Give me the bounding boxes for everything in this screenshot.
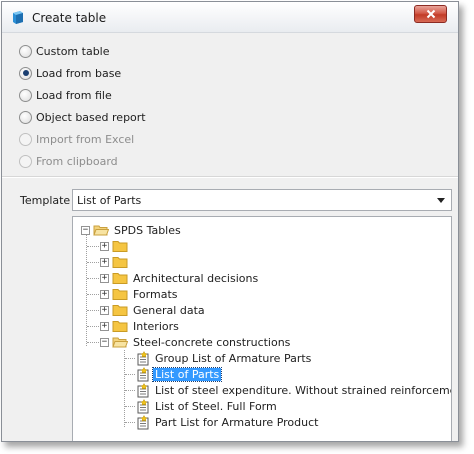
radio-label: Load from base	[36, 66, 122, 80]
folder-icon	[112, 273, 128, 284]
tree-folder-interiors[interactable]: + Interiors	[100, 318, 181, 334]
folder-icon	[112, 257, 128, 268]
radio-custom-table[interactable]: Custom table	[19, 43, 110, 59]
tree-node-label: Architectural decisions	[133, 271, 259, 285]
tree-connector	[86, 235, 87, 346]
table-template-icon	[137, 382, 149, 397]
tree-folder[interactable]: +	[100, 238, 135, 254]
tree-connector	[125, 374, 135, 375]
table-template-icon	[137, 398, 149, 413]
template-label: Template	[20, 194, 71, 207]
tree-folder-formats[interactable]: + Formats	[100, 286, 180, 302]
tree-connector	[125, 358, 135, 359]
radio-button	[19, 132, 32, 146]
radio-label: From clipboard	[36, 154, 118, 168]
folder-icon	[112, 321, 128, 332]
tree-folder-architectural-decisions[interactable]: + Architectural decisions	[100, 270, 260, 286]
close-button[interactable]	[414, 5, 447, 23]
app-icon	[13, 11, 23, 24]
title-bar[interactable]: Create table	[2, 2, 458, 33]
tree-node-label: SPDS Tables	[114, 223, 181, 237]
separator	[2, 176, 458, 178]
tree-item-part-list-for-armature-product[interactable]: Part List for Armature Product	[136, 414, 320, 430]
collapse-icon[interactable]: −	[100, 337, 109, 347]
create-table-dialog: Create table Custom table Load from base…	[1, 1, 459, 442]
chevron-down-icon[interactable]	[437, 198, 445, 203]
radio-button[interactable]	[19, 44, 32, 58]
tree-node-label: Formats	[133, 287, 178, 301]
template-dropdown[interactable]: List of Parts	[72, 189, 452, 211]
tree-connector	[87, 246, 99, 247]
radio-load-from-base[interactable]: Load from base	[19, 65, 121, 81]
radio-load-from-file[interactable]: Load from file	[19, 87, 112, 103]
expand-icon[interactable]: +	[100, 273, 109, 283]
radio-label: Load from file	[36, 88, 112, 102]
folder-open-icon	[112, 337, 128, 348]
tree-node-label: Interiors	[133, 319, 179, 333]
tree-connector	[87, 342, 99, 343]
radio-label: Object based report	[36, 110, 146, 124]
expand-icon[interactable]: +	[100, 241, 109, 251]
radio-label: Custom table	[36, 44, 110, 58]
radio-button[interactable]	[19, 88, 32, 102]
radio-import-from-excel: Import from Excel	[19, 131, 134, 147]
tree-item-list-of-parts[interactable]: List of Parts	[136, 366, 223, 382]
table-template-icon	[137, 366, 149, 381]
radio-button[interactable]	[19, 110, 32, 124]
source-options: Custom table Load from base Load from fi…	[2, 34, 458, 176]
collapse-icon[interactable]: −	[81, 225, 90, 235]
tree-item-list-of-steel-full-form[interactable]: List of Steel. Full Form	[136, 398, 279, 414]
tree-item-list-of-steel-expenditure[interactable]: List of steel expenditure. Without strai…	[136, 382, 452, 398]
tree-node-label-selected: List of Parts	[151, 366, 223, 382]
tree-folder-steel-concrete-constructions[interactable]: − Steel-concrete constructions	[100, 334, 292, 350]
template-tree[interactable]: − SPDS Tables + + + Architectural decisi…	[72, 216, 452, 441]
expand-icon[interactable]: +	[100, 305, 109, 315]
window-title: Create table	[32, 11, 107, 25]
radio-button	[19, 154, 32, 168]
tree-connector	[87, 326, 99, 327]
radio-button[interactable]	[19, 66, 32, 80]
folder-open-icon	[93, 225, 109, 236]
tree-node-spds-tables[interactable]: − SPDS Tables	[81, 222, 183, 238]
tree-connector	[87, 262, 99, 263]
tree-connector	[124, 350, 125, 427]
tree-node-label: General data	[133, 303, 205, 317]
expand-icon[interactable]: +	[100, 289, 109, 299]
tree-connector	[87, 310, 99, 311]
template-value: List of Parts	[77, 193, 142, 207]
folder-icon	[112, 289, 128, 300]
radio-label: Import from Excel	[36, 132, 135, 146]
tree-connector	[125, 422, 135, 423]
tree-node-label: Group List of Armature Parts	[155, 351, 312, 365]
radio-from-clipboard: From clipboard	[19, 153, 118, 169]
expand-icon[interactable]: +	[100, 321, 109, 331]
tree-connector	[125, 390, 135, 391]
folder-icon	[112, 305, 128, 316]
tree-node-label: Part List for Armature Product	[155, 415, 319, 429]
folder-icon	[112, 241, 128, 252]
tree-connector	[125, 406, 135, 407]
tree-node-label: List of Steel. Full Form	[155, 399, 277, 413]
table-template-icon	[137, 350, 149, 365]
tree-connector	[87, 294, 99, 295]
tree-connector	[87, 278, 99, 279]
radio-object-based-report[interactable]: Object based report	[19, 109, 146, 125]
close-icon	[426, 9, 435, 19]
tree-folder-general-data[interactable]: + General data	[100, 302, 207, 318]
tree-item-group-list-of-armature-parts[interactable]: Group List of Armature Parts	[136, 350, 313, 366]
expand-icon[interactable]: +	[100, 257, 109, 267]
radio-selected-dot	[22, 70, 29, 76]
tree-node-label: Steel-concrete constructions	[133, 335, 291, 349]
table-template-icon	[137, 414, 149, 429]
tree-node-label: List of steel expenditure. Without strai…	[155, 383, 452, 397]
tree-folder[interactable]: +	[100, 254, 135, 270]
